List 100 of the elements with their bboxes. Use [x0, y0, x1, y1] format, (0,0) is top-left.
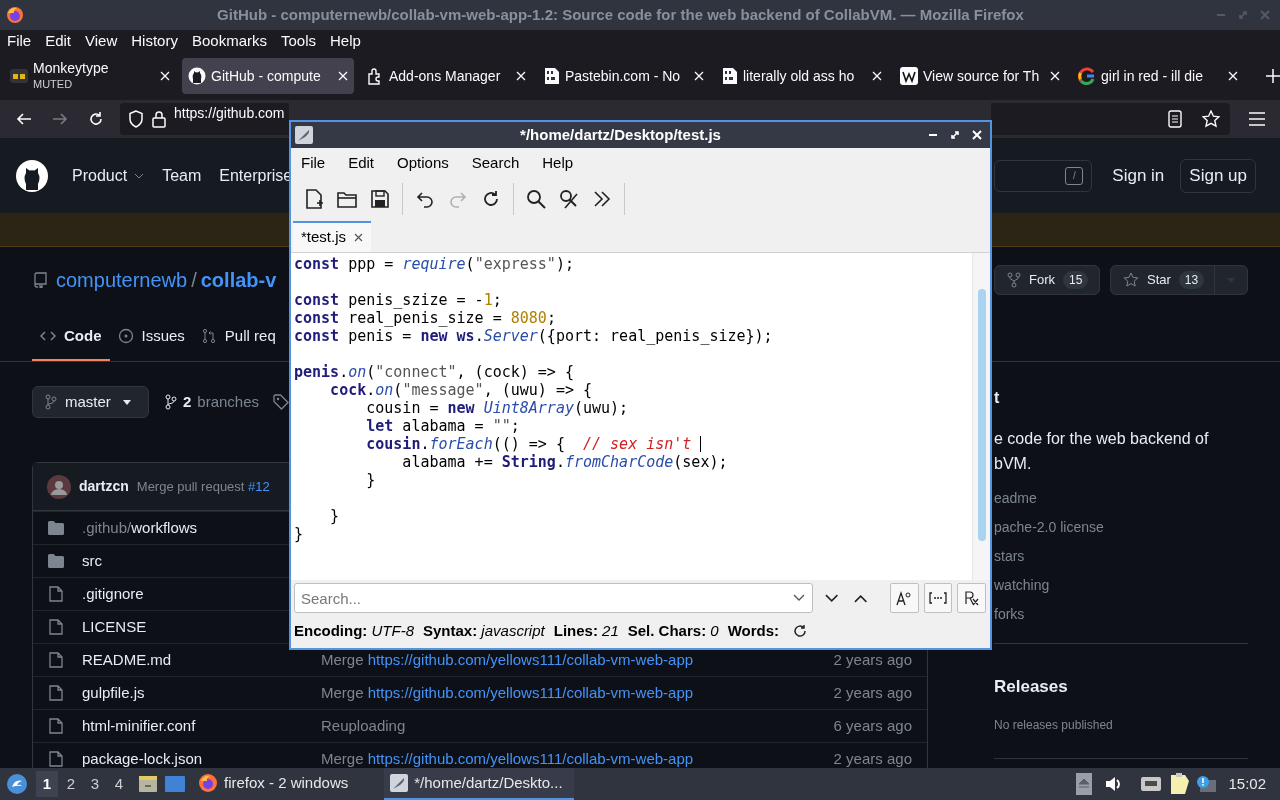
- commit-link[interactable]: https://github.com/yellows111/collab-vm-web-app: [367, 650, 694, 668]
- shield-icon[interactable]: [128, 110, 144, 128]
- browser-tab[interactable]: girl in red - ill die: [1072, 58, 1244, 94]
- repo-tab[interactable]: Pull req: [192, 313, 284, 361]
- menu-item[interactable]: View: [85, 29, 118, 53]
- chevron-down-icon[interactable]: [793, 594, 805, 602]
- commit-time: 6 years ago: [833, 715, 912, 736]
- file-name[interactable]: .github/workflows: [82, 516, 198, 540]
- desktop-icon[interactable]: [164, 774, 186, 794]
- scrollbar[interactable]: [972, 253, 990, 580]
- whole-word-toggle[interactable]: [923, 583, 953, 613]
- browser-tab[interactable]: Pastebin.com - No: [538, 58, 710, 94]
- taskbar-button[interactable]: firefox - 2 windows: [192, 768, 355, 800]
- sign-up-button[interactable]: Sign up: [1180, 158, 1256, 193]
- sidebar-link[interactable]: stars: [994, 546, 1248, 567]
- owner-link[interactable]: computernewb: [56, 265, 188, 295]
- menu-item[interactable]: Options: [397, 151, 449, 175]
- menu-icon[interactable]: [1248, 112, 1266, 126]
- search-field[interactable]: /: [994, 159, 1093, 192]
- repo-link[interactable]: collab-v: [200, 265, 277, 295]
- file-name[interactable]: LICENSE: [82, 615, 147, 639]
- menu-item[interactable]: Search: [471, 151, 520, 175]
- search-icon[interactable]: [525, 188, 547, 210]
- fork-icon: [1007, 272, 1021, 288]
- file-name[interactable]: gulpfile.js: [82, 681, 145, 705]
- sidebar-link[interactable]: eadme: [994, 488, 1248, 509]
- code-line: }: [294, 525, 304, 543]
- fork-button[interactable]: Fork 15: [994, 265, 1100, 295]
- menu-item[interactable]: Help: [542, 151, 574, 175]
- menu-item[interactable]: Help: [330, 29, 361, 53]
- nav-link[interactable]: Product: [72, 163, 145, 188]
- browser-tab[interactable]: literally old ass ho: [716, 58, 888, 94]
- browser-tab[interactable]: Monkeytype MUTED: [4, 58, 176, 94]
- menu-item[interactable]: File: [7, 29, 32, 53]
- branch-button[interactable]: master: [32, 386, 149, 418]
- commit-author[interactable]: dartzcn: [79, 476, 129, 497]
- commit-link[interactable]: https://github.com/yellows111/collab-vm-web-app: [367, 683, 694, 701]
- speaker-icon[interactable]: [1104, 775, 1123, 793]
- search-field[interactable]: Search...: [294, 583, 813, 613]
- repo-icon: [32, 272, 48, 288]
- previous-match-icon[interactable]: [854, 593, 868, 603]
- regex-toggle[interactable]: [957, 583, 986, 613]
- sidebar-link[interactable]: pache-2.0 license: [994, 517, 1248, 538]
- clipboard-icon[interactable]: [1170, 773, 1191, 795]
- file-name[interactable]: html-minifier.conf: [82, 714, 196, 738]
- avatar[interactable]: [47, 474, 71, 499]
- workspace-button[interactable]: 2: [60, 771, 82, 797]
- editor-tab[interactable]: *test.js: [293, 221, 371, 252]
- next-match-icon[interactable]: [825, 593, 839, 603]
- menu-item[interactable]: Edit: [45, 29, 72, 53]
- new-file-icon[interactable]: [303, 188, 325, 210]
- scrollbar-thumb[interactable]: [977, 289, 986, 541]
- browser-tab[interactable]: Add-ons Manager: [360, 58, 532, 94]
- start-menu-icon[interactable]: [6, 773, 28, 795]
- forward-icon[interactable]: [52, 111, 68, 127]
- notification-icon[interactable]: [1196, 775, 1217, 793]
- taskbar-button[interactable]: */home/dartz/Deskto...: [384, 768, 575, 800]
- reader-view-icon[interactable]: [1168, 110, 1182, 128]
- repo-tab[interactable]: Issues: [109, 313, 193, 361]
- refresh-icon[interactable]: [793, 624, 808, 638]
- branches-link[interactable]: 2 branches: [165, 390, 260, 414]
- menu-item[interactable]: Edit: [348, 151, 375, 175]
- star-icon[interactable]: [1202, 110, 1220, 128]
- match-case-toggle[interactable]: [889, 583, 919, 613]
- file-name[interactable]: README.md: [82, 648, 172, 672]
- file-name[interactable]: package-lock.json: [82, 747, 203, 768]
- code-editor[interactable]: [291, 253, 990, 580]
- nav-link[interactable]: Enterprise: [219, 163, 293, 188]
- file-name[interactable]: .gitignore: [82, 582, 144, 606]
- file-cabinet-icon[interactable]: [138, 774, 158, 794]
- save-icon[interactable]: [369, 188, 391, 210]
- nav-link[interactable]: Team: [162, 163, 202, 188]
- menu-item[interactable]: Tools: [281, 29, 316, 53]
- commit-link[interactable]: https://github.com/yellows111/collab-vm-web-app: [367, 749, 694, 767]
- workspace-button[interactable]: 3: [84, 771, 106, 797]
- workspace-button[interactable]: 1: [36, 771, 58, 797]
- github-logo[interactable]: [16, 159, 48, 192]
- sidebar-link[interactable]: watching: [994, 575, 1248, 596]
- back-icon[interactable]: [16, 111, 32, 127]
- menu-item[interactable]: Bookmarks: [191, 29, 267, 53]
- sidebar-link[interactable]: forks: [994, 604, 1248, 625]
- browser-tab[interactable]: View source for Th: [894, 58, 1066, 94]
- find-replace-icon[interactable]: [558, 188, 580, 210]
- menu-item[interactable]: History: [131, 29, 178, 53]
- sign-in-link[interactable]: Sign in: [1112, 162, 1165, 189]
- reload-icon[interactable]: [88, 111, 104, 127]
- close-icon[interactable]: [354, 233, 363, 242]
- eject-icon[interactable]: [1076, 773, 1093, 795]
- address-bar[interactable]: https://github.com: [120, 103, 289, 135]
- network-icon[interactable]: [1140, 776, 1163, 792]
- workspace-button[interactable]: 4: [108, 771, 130, 797]
- browser-tab[interactable]: GitHub - compute: [182, 58, 354, 94]
- folder-icon: [48, 554, 64, 568]
- commit-time: 2 years ago: [833, 748, 912, 768]
- pull-request-link[interactable]: #12: [248, 478, 270, 494]
- menu-item[interactable]: File: [301, 151, 326, 175]
- file-name[interactable]: src: [82, 549, 102, 573]
- add-tab-icon[interactable]: [1266, 69, 1280, 83]
- repo-tab[interactable]: Code: [32, 313, 110, 361]
- quill-icon: [295, 126, 313, 144]
